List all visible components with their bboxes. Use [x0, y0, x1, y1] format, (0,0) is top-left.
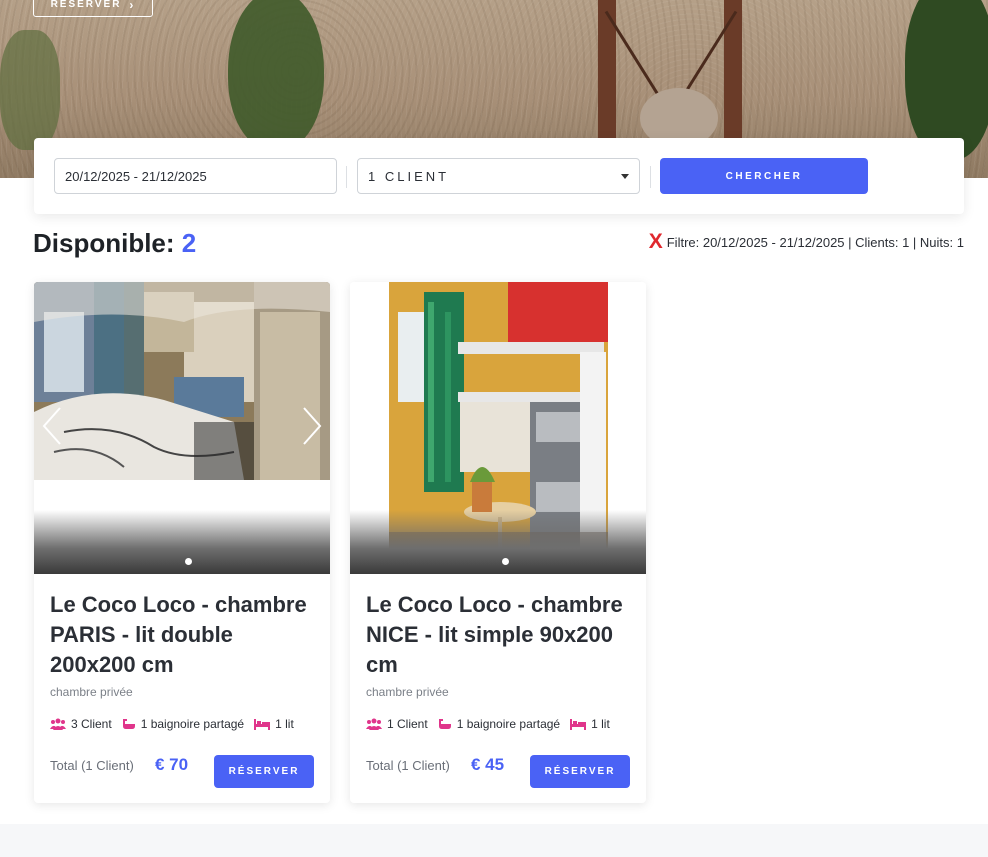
- hero-reserve-button[interactable]: RÉSERVER ›: [33, 0, 153, 17]
- search-bar: 1 CLIENT CHERCHER: [34, 138, 964, 214]
- bath-icon: [122, 719, 135, 729]
- guests-text: 1 Client: [387, 717, 428, 731]
- users-icon: [50, 718, 66, 730]
- room-photo-carousel[interactable]: [350, 282, 646, 574]
- hero-tree: [905, 0, 988, 160]
- room-photo-carousel[interactable]: [34, 282, 330, 574]
- date-range-input[interactable]: [54, 158, 337, 194]
- room-type: chambre privée: [366, 685, 449, 699]
- bath-amenity: 1 baignoire partagé: [438, 717, 560, 731]
- beds-text: 1 lit: [591, 717, 610, 731]
- photo-gradient: [34, 510, 330, 574]
- beds-text: 1 lit: [275, 717, 294, 731]
- chevron-left-icon[interactable]: [42, 406, 62, 446]
- hero-reserve-label: RÉSERVER: [50, 0, 122, 10]
- room-type: chambre privée: [50, 685, 133, 699]
- divider: [346, 166, 347, 188]
- guests-text: 3 Client: [71, 717, 112, 731]
- bath-text: 1 baignoire partagé: [456, 717, 561, 731]
- filter-text: Filtre: 20/12/2025 - 21/12/2025 | Client…: [666, 234, 964, 250]
- reserve-button[interactable]: RÉSERVER: [214, 755, 314, 788]
- available-heading: Disponible: 2: [33, 228, 196, 259]
- bath-amenity: 1 baignoire partagé: [122, 717, 244, 731]
- bath-icon: [438, 719, 451, 729]
- carousel-dot[interactable]: [185, 558, 192, 565]
- beds-amenity: 1 lit: [254, 717, 294, 731]
- room-amenities: 3 Client 1 baignoire partagé 1 lit: [50, 717, 304, 731]
- bath-text: 1 baignoire partagé: [140, 717, 245, 731]
- clear-filter-icon[interactable]: X: [649, 231, 663, 252]
- bed-icon: [570, 718, 587, 730]
- footer-band: [0, 824, 988, 857]
- guests-amenity: 3 Client: [50, 717, 112, 731]
- room-price: € 70: [155, 755, 189, 774]
- total-label: Total (1 Client): [50, 758, 134, 773]
- active-filter: X Filtre: 20/12/2025 - 21/12/2025 | Clie…: [649, 231, 964, 252]
- room-card: Le Coco Loco - chambre PARIS - lit doubl…: [34, 282, 330, 803]
- chevron-right-icon: ›: [129, 0, 136, 12]
- total-label: Total (1 Client): [366, 758, 450, 773]
- search-button[interactable]: CHERCHER: [660, 158, 868, 194]
- photo-gradient: [350, 510, 646, 574]
- reserve-button[interactable]: RÉSERVER: [530, 755, 630, 788]
- carousel-dot[interactable]: [502, 558, 509, 565]
- available-label: Disponible:: [33, 228, 175, 258]
- room-title[interactable]: Le Coco Loco - chambre NICE - lit simple…: [366, 590, 636, 680]
- room-title[interactable]: Le Coco Loco - chambre PARIS - lit doubl…: [50, 590, 320, 680]
- hero-tree: [228, 0, 324, 150]
- caret-down-icon: [621, 174, 629, 179]
- room-price: € 45: [471, 755, 505, 774]
- guests-amenity: 1 Client: [366, 717, 428, 731]
- room-amenities: 1 Client 1 baignoire partagé 1 lit: [366, 717, 620, 731]
- clients-select-value: 1 CLIENT: [368, 168, 450, 184]
- hero-bush: [0, 30, 60, 150]
- bed-icon: [254, 718, 271, 730]
- clients-select[interactable]: 1 CLIENT: [357, 158, 640, 194]
- users-icon: [366, 718, 382, 730]
- chevron-right-icon[interactable]: [302, 406, 322, 446]
- available-count: 2: [181, 228, 197, 258]
- room-card: Le Coco Loco - chambre NICE - lit simple…: [350, 282, 646, 803]
- room-photo: [34, 282, 330, 480]
- beds-amenity: 1 lit: [570, 717, 610, 731]
- divider: [650, 166, 651, 188]
